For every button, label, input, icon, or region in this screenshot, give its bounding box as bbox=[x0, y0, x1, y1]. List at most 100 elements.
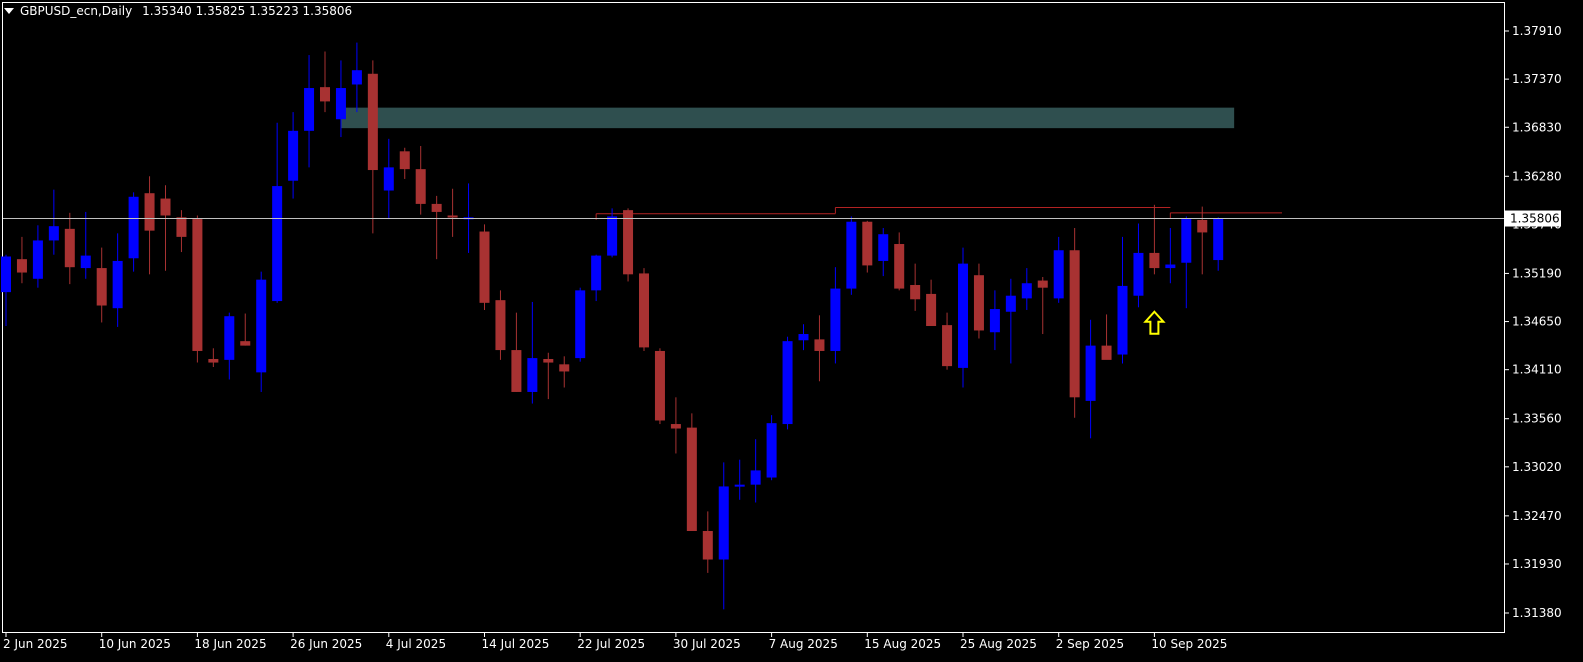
candle-body bbox=[750, 470, 761, 485]
candle bbox=[351, 42, 362, 113]
candle bbox=[1053, 236, 1064, 303]
candle bbox=[894, 232, 905, 291]
y-tick-label: 1.31930 bbox=[1512, 557, 1562, 571]
candle-body bbox=[64, 228, 75, 268]
candle-body bbox=[1069, 250, 1080, 398]
candle-body bbox=[1149, 252, 1160, 269]
candle bbox=[1165, 227, 1176, 284]
candle bbox=[80, 211, 91, 279]
resistance-line bbox=[834, 206, 1171, 214]
candle bbox=[160, 185, 171, 271]
price-chart[interactable]: 1.379101.373701.368301.362801.357401.351… bbox=[0, 0, 1583, 662]
candle bbox=[798, 324, 809, 351]
candle-body bbox=[878, 234, 889, 261]
candle bbox=[1037, 276, 1048, 335]
candle-body bbox=[702, 531, 713, 560]
candle-body bbox=[304, 88, 315, 131]
candle-body bbox=[654, 350, 665, 421]
x-tick-label: 22 Jul 2025 bbox=[577, 637, 645, 651]
candle bbox=[96, 247, 107, 323]
candle-body bbox=[479, 231, 490, 303]
candle bbox=[543, 352, 554, 400]
candle-body bbox=[367, 73, 378, 171]
y-tick-label: 1.32470 bbox=[1512, 509, 1562, 523]
candle-body bbox=[814, 339, 825, 351]
candle bbox=[1181, 216, 1192, 309]
candle-body bbox=[1085, 345, 1096, 401]
candle bbox=[1149, 204, 1160, 275]
candle-body bbox=[1213, 218, 1224, 261]
candle-body bbox=[16, 259, 27, 273]
candle-body bbox=[160, 198, 171, 216]
y-tick-label: 1.33560 bbox=[1512, 412, 1562, 426]
supply-zone bbox=[340, 107, 1235, 129]
candle-body bbox=[288, 130, 299, 181]
candle-body bbox=[958, 263, 968, 368]
candle-body bbox=[1197, 219, 1208, 233]
candle-body bbox=[48, 226, 59, 241]
candle bbox=[910, 263, 921, 311]
candle bbox=[782, 336, 793, 430]
y-tick-label: 1.37370 bbox=[1512, 72, 1562, 86]
candle bbox=[1117, 236, 1128, 364]
candle bbox=[942, 312, 953, 370]
candle bbox=[527, 301, 538, 404]
x-tick-label: 14 Jul 2025 bbox=[482, 637, 550, 651]
candle-body bbox=[989, 309, 1000, 333]
y-tick-label: 1.33020 bbox=[1512, 460, 1562, 474]
arrow-up-icon bbox=[1143, 310, 1166, 335]
x-tick-label: 18 Jun 2025 bbox=[194, 637, 266, 651]
candle-body bbox=[1101, 345, 1112, 360]
candle bbox=[1085, 319, 1096, 439]
candle bbox=[846, 216, 857, 295]
candle-body bbox=[192, 219, 203, 351]
candle bbox=[973, 263, 984, 339]
candle bbox=[192, 215, 203, 363]
candle-body bbox=[734, 484, 745, 487]
candle-body bbox=[639, 273, 649, 348]
x-tick-label: 2 Jun 2025 bbox=[3, 637, 68, 651]
candle-body bbox=[686, 427, 697, 532]
x-tick-label: 10 Jun 2025 bbox=[99, 637, 171, 651]
high-value: 1.35825 bbox=[195, 4, 246, 18]
candle-body bbox=[415, 169, 426, 204]
candle bbox=[1133, 223, 1144, 308]
candle bbox=[112, 233, 123, 327]
candle bbox=[64, 212, 75, 285]
candle bbox=[16, 236, 27, 284]
y-tick-label: 1.34110 bbox=[1512, 363, 1562, 377]
candle bbox=[639, 268, 649, 351]
y-tick-label: 1.36280 bbox=[1512, 169, 1562, 183]
candle bbox=[766, 415, 777, 481]
candle bbox=[750, 439, 761, 503]
candle-body bbox=[575, 290, 586, 359]
candle-body bbox=[351, 70, 362, 85]
candle bbox=[575, 287, 586, 362]
candle bbox=[415, 145, 426, 215]
candle bbox=[1021, 268, 1032, 310]
candle bbox=[591, 254, 602, 302]
candle-body bbox=[1, 256, 11, 293]
candle-body bbox=[1021, 283, 1032, 299]
candle bbox=[447, 188, 458, 237]
candle-body bbox=[431, 203, 442, 212]
chevron-down-icon[interactable] bbox=[4, 7, 14, 14]
candle-body bbox=[272, 186, 283, 302]
current-price-label: 1.35806 bbox=[1510, 212, 1560, 226]
candle bbox=[128, 192, 139, 272]
supply-zone-layer bbox=[340, 107, 1235, 129]
candle bbox=[814, 315, 825, 382]
candle-body bbox=[559, 364, 570, 372]
candle bbox=[958, 247, 968, 388]
x-tick-label: 4 Jul 2025 bbox=[386, 637, 446, 651]
candle bbox=[320, 51, 330, 113]
x-tick-label: 15 Aug 2025 bbox=[864, 637, 941, 651]
candle bbox=[654, 348, 665, 425]
candle bbox=[878, 227, 889, 277]
y-tick-label: 1.37910 bbox=[1512, 24, 1562, 38]
candle bbox=[399, 147, 410, 179]
candle bbox=[224, 312, 235, 380]
candle bbox=[718, 462, 729, 610]
candle-body bbox=[1133, 252, 1144, 296]
candle-body bbox=[32, 240, 43, 279]
